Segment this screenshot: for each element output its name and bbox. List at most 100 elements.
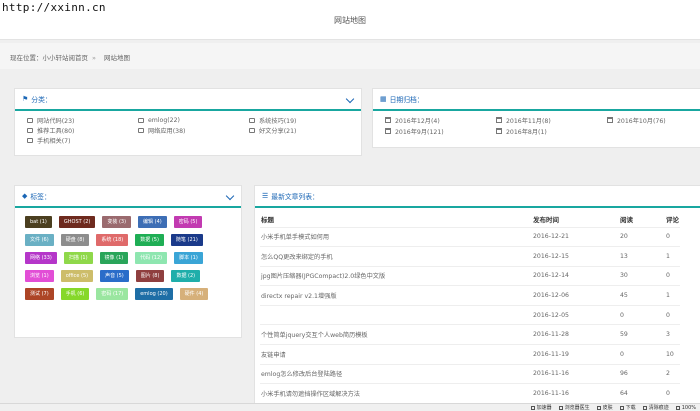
breadcrumb: 现在位置：小小轩站阅首页» 网站地图 [0, 43, 700, 69]
calendar-icon [385, 128, 391, 134]
tag-chip[interactable]: bat (1) [25, 216, 52, 228]
tag-icon: ◆ [22, 192, 28, 200]
article-title-link[interactable]: 小米手机单手模式如何用 [260, 226, 533, 247]
archive-item[interactable]: 2016年12月(4) [385, 116, 496, 125]
statusbar-browser-doctor[interactable]: 浏览器医生 [558, 404, 590, 411]
breadcrumb-current: 网站地图 [103, 54, 130, 62]
archives-list: 2016年12月(4) 2016年11月(8) 2016年10月(76) 201… [373, 111, 700, 136]
tag-chip[interactable]: 系统 (18) [96, 234, 129, 246]
tag-chip[interactable]: 扫描 (1) [63, 252, 93, 264]
document-icon [249, 127, 255, 133]
categories-header[interactable]: ⚑ 分类： [15, 89, 361, 111]
flag-icon: ⚑ [22, 95, 29, 103]
tag-chip[interactable]: office (5) [60, 270, 94, 282]
doctor-icon [558, 405, 563, 410]
article-title-link[interactable] [260, 304, 533, 325]
article-title-link[interactable]: emlog怎么修改后台登陆路径 [260, 363, 533, 384]
article-comments: 2 [666, 363, 680, 384]
calendar-icon: ▦ [380, 95, 387, 103]
article-title-link[interactable]: 小米手机请勿遮挡操作区域解决方法 [260, 383, 533, 404]
article-views: 64 [620, 383, 666, 404]
article-date: 2016-12-05 [533, 304, 620, 325]
statusbar-skin[interactable]: 皮肤 [596, 404, 613, 411]
tag-chip[interactable]: 脚本 (1) [174, 252, 203, 264]
tag-chip[interactable]: 代码 (12) [135, 252, 168, 264]
article-comments: 0 [666, 226, 680, 247]
statusbar-clear-traces[interactable]: 清除痕迹 [642, 404, 669, 411]
articles-table: 标题 发布时间 阅读 评论 小米手机单手模式如何用 2016-12-21 20 0 怎么… [260, 208, 680, 404]
tag-chip[interactable]: 图片 (8) [135, 270, 165, 282]
archive-item[interactable]: 2016年11月(8) [496, 116, 607, 125]
chevron-down-icon[interactable] [225, 191, 235, 201]
table-row: jpg图片压缩器(JPGCompact)2.0绿色中文版 2016-12-14 30… [260, 265, 680, 286]
download-icon [619, 405, 624, 410]
category-item[interactable]: 好文分享(21) [249, 126, 360, 135]
tag-chip[interactable]: 数据 (2) [171, 270, 201, 282]
tag-chip[interactable]: 编辑 (4) [138, 216, 167, 228]
tag-chip[interactable]: 浏览 (1) [25, 270, 54, 282]
category-item[interactable]: 手机相关(7) [27, 136, 138, 145]
article-date: 2016-11-28 [533, 324, 620, 345]
chevron-down-icon[interactable] [345, 94, 355, 104]
category-item[interactable]: 网站代码(23) [27, 116, 138, 125]
tag-chip[interactable]: 随笔 (21) [170, 234, 203, 246]
tag-chip[interactable]: 声音 (5) [100, 270, 129, 282]
tag-chip[interactable]: 手机 (6) [60, 288, 90, 300]
trash-icon [642, 405, 647, 410]
document-icon [27, 117, 33, 123]
column-header: 评论 [666, 216, 679, 225]
article-views: 20 [620, 226, 666, 247]
zoom-icon [675, 405, 680, 410]
table-header-row: 标题 发布时间 阅读 评论 [260, 208, 680, 227]
accelerator-icon [530, 405, 535, 410]
table-row: directx repair v2.1增强版 2016-12-06 45 1 [260, 285, 680, 306]
category-item[interactable]: 系统技巧(19) [249, 116, 360, 125]
tag-chip[interactable]: 数据 (5) [135, 234, 164, 246]
category-item[interactable]: 网络应用(38) [138, 126, 249, 135]
category-item[interactable]: 推荐工具(80) [27, 126, 138, 135]
article-comments: 3 [666, 324, 680, 345]
document-icon [138, 117, 144, 123]
statusbar-accelerator[interactable]: 加速器 [530, 404, 552, 411]
categories-panel: ⚑ 分类： 网站代码(23) emlog(22) 系统技巧(19) 推荐工具(8… [14, 88, 362, 156]
page-title: 网站地图 [334, 16, 366, 25]
article-title-link[interactable]: 怎么QQ更改来绑定的手机 [260, 246, 533, 267]
archive-item[interactable]: 2016年9月(121) [385, 127, 496, 136]
article-comments: 0 [666, 383, 680, 404]
article-date: 2016-11-16 [533, 363, 620, 384]
table-row: 小米手机单手模式如何用 2016-12-21 20 0 [260, 226, 680, 247]
article-title-link[interactable]: 个性简单jquery交互个人web简历模板 [260, 324, 533, 345]
tags-header[interactable]: ◆ 标签： [15, 186, 241, 208]
breadcrumb-separator: » [92, 54, 96, 62]
calendar-icon [496, 128, 502, 134]
table-row: 友链申请 2016-11-19 0 10 [260, 344, 680, 365]
article-title-link[interactable]: jpg图片压缩器(JPGCompact)2.0绿色中文版 [260, 265, 533, 286]
tag-chip[interactable]: 硬盘 (8) [60, 234, 90, 246]
archive-item[interactable]: 2016年8月(1) [496, 127, 607, 136]
tag-chip[interactable]: 网络 (33) [25, 252, 57, 264]
article-title-link[interactable]: 友链申请 [260, 344, 533, 365]
statusbar-download[interactable]: 下载 [619, 404, 636, 411]
tag-chip[interactable]: 测试 (7) [25, 288, 54, 300]
tag-chip[interactable]: 镜像 (1) [99, 252, 129, 264]
articles-title: 最新文章列表： [271, 193, 319, 201]
tag-chip[interactable]: emlog (20) [135, 288, 173, 300]
article-title-link[interactable]: directx repair v2.1增强版 [260, 285, 533, 306]
article-date: 2016-12-21 [533, 226, 620, 247]
article-views: 45 [620, 285, 666, 306]
articles-header: ☰ 最新文章列表： [255, 186, 700, 208]
breadcrumb-home-link[interactable]: 小小轩站阅首页 [43, 54, 89, 62]
tag-chip[interactable]: 硬件 (4) [179, 288, 209, 300]
document-icon [138, 127, 144, 133]
archives-header: ▦ 日期归档： [373, 89, 700, 111]
browser-status-bar: 加速器 浏览器医生 皮肤 下载 清除痕迹 100% [0, 403, 700, 411]
tag-chip[interactable]: GHOST (2) [58, 216, 96, 228]
tag-chip[interactable]: 密码 (5) [173, 216, 203, 228]
table-row: 怎么QQ更改来绑定的手机 2016-12-15 13 1 [260, 246, 680, 267]
tag-chip[interactable]: 文件 (6) [25, 234, 54, 246]
category-item[interactable]: emlog(22) [138, 116, 249, 124]
archive-item[interactable]: 2016年10月(76) [607, 116, 700, 125]
statusbar-zoom[interactable]: 100% [675, 405, 696, 411]
tag-chip[interactable]: 密码 (17) [96, 288, 129, 300]
tag-chip[interactable]: 变装 (3) [102, 216, 132, 228]
